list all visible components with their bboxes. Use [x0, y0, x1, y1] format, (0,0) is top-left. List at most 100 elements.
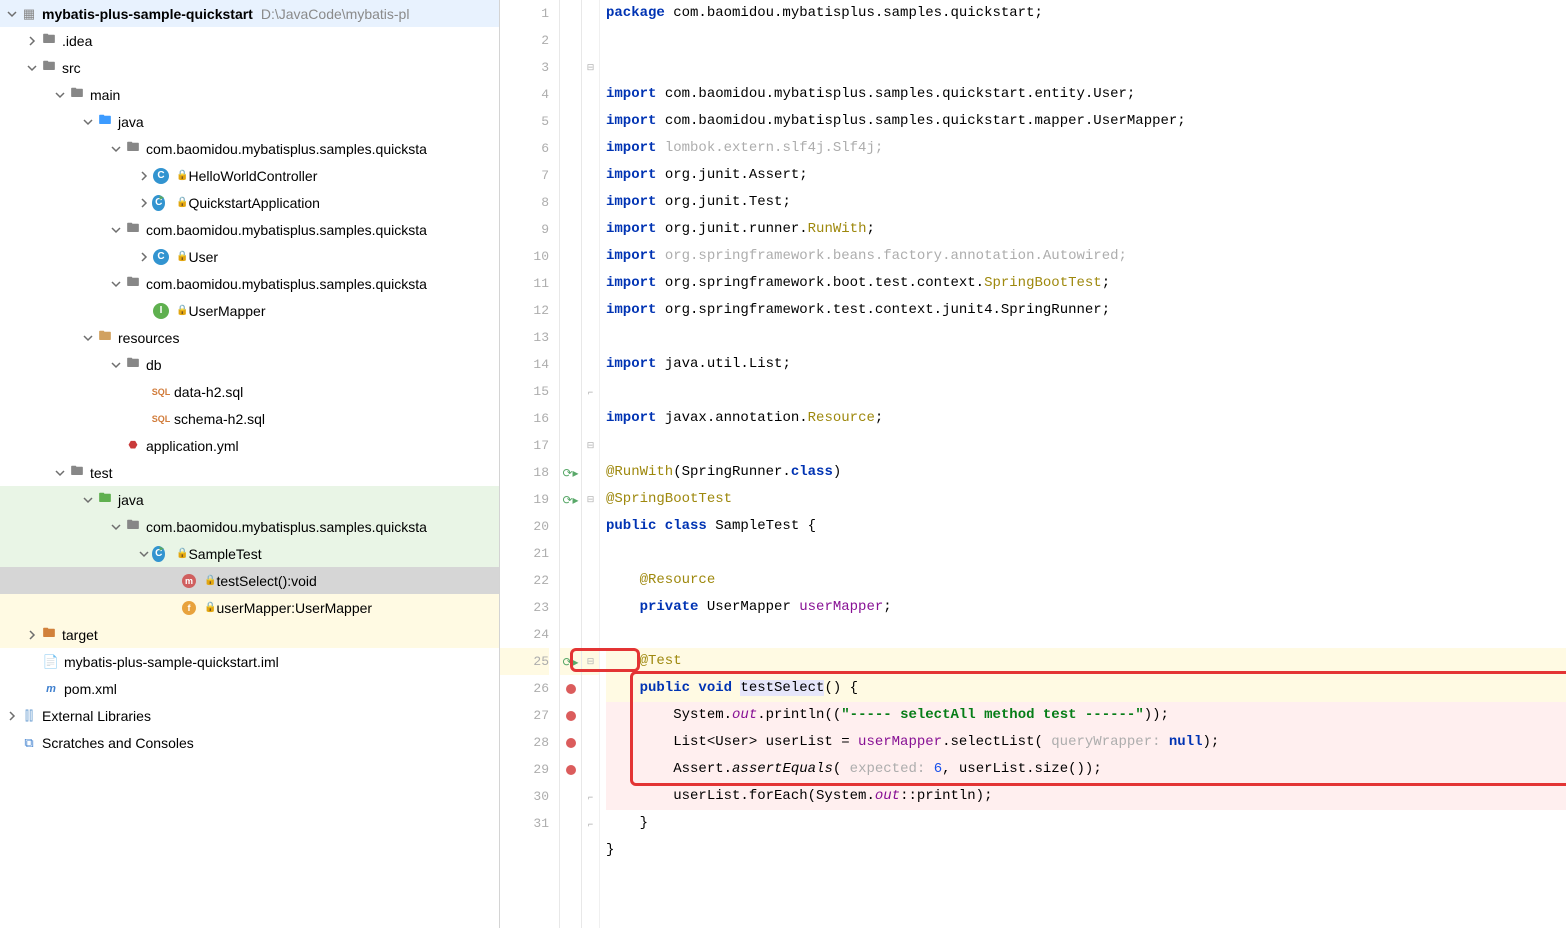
source-folder-icon: 🖿	[96, 113, 114, 131]
resources-folder-icon: 🖿	[96, 329, 114, 347]
tree-item-db[interactable]: 🖿 db	[0, 351, 499, 378]
line-number: 14	[500, 351, 549, 378]
tree-item-yml[interactable]: ⬣ application.yml	[0, 432, 499, 459]
tree-label: HelloWorldController	[188, 168, 317, 184]
code-area[interactable]: packagepackage com.baomidou.mybatisplus.…	[600, 0, 1566, 928]
tree-item-java[interactable]: 🖿 java	[0, 108, 499, 135]
tree-item-pom[interactable]: m pom.xml	[0, 675, 499, 702]
target-folder-icon: 🖿	[40, 626, 58, 644]
chevron-down-icon[interactable]	[4, 9, 20, 19]
chevron-down-icon[interactable]	[108, 522, 124, 532]
chevron-down-icon[interactable]	[80, 333, 96, 343]
fold-close-icon[interactable]: ⌐	[582, 810, 599, 837]
chevron-right-icon[interactable]	[24, 36, 40, 46]
chevron-down-icon[interactable]	[108, 225, 124, 235]
run-marker[interactable]: ⟳▸	[560, 648, 581, 675]
fold-close-icon[interactable]: ⌐	[582, 783, 599, 810]
tree-item-package[interactable]: 🖿 com.baomidou.mybatisplus.samples.quick…	[0, 270, 499, 297]
field-icon: f	[180, 599, 198, 617]
tree-label: com.baomidou.mybatisplus.samples.quickst…	[146, 141, 427, 157]
line-number: 8	[500, 189, 549, 216]
library-icon: ⫿⫿	[20, 707, 38, 725]
breakpoint[interactable]	[560, 756, 581, 783]
yml-file-icon: ⬣	[124, 437, 142, 455]
line-number: 16	[500, 405, 549, 432]
fold-close-icon[interactable]: ⌐	[582, 378, 599, 405]
breakpoint[interactable]	[560, 702, 581, 729]
breakpoint[interactable]	[560, 675, 581, 702]
tree-label: test	[90, 465, 113, 481]
tree-item-scratches[interactable]: ⧉ Scratches and Consoles	[0, 729, 499, 756]
tree-label: db	[146, 357, 162, 373]
chevron-right-icon[interactable]	[136, 171, 152, 181]
fold-open-icon[interactable]: ⊟	[582, 54, 599, 81]
chevron-down-icon[interactable]	[80, 117, 96, 127]
tree-item-method[interactable]: m 🔒 testSelect():void	[0, 567, 499, 594]
tree-item-extlib[interactable]: ⫿⫿ External Libraries	[0, 702, 499, 729]
fold-open-icon[interactable]: ⊟	[582, 648, 599, 675]
breakpoint[interactable]	[560, 729, 581, 756]
tree-item-resources[interactable]: 🖿 resources	[0, 324, 499, 351]
fold-open-icon[interactable]: ⊟	[582, 486, 599, 513]
chevron-down-icon[interactable]	[80, 495, 96, 505]
chevron-right-icon[interactable]	[136, 198, 152, 208]
lock-icon: 🔒	[204, 602, 216, 613]
tree-item-test[interactable]: 🖿 test	[0, 459, 499, 486]
tree-label: resources	[118, 330, 179, 346]
tree-item-package[interactable]: 🖿 com.baomidou.mybatisplus.samples.quick…	[0, 513, 499, 540]
tree-item-src[interactable]: 🖿 src	[0, 54, 499, 81]
line-number: 25	[500, 648, 549, 675]
chevron-down-icon[interactable]	[136, 549, 152, 559]
tree-item-class[interactable]: C 🔒 HelloWorldController	[0, 162, 499, 189]
tree-item-class[interactable]: C 🔒 User	[0, 243, 499, 270]
tree-item-class[interactable]: C▸ 🔒 QuickstartApplication	[0, 189, 499, 216]
tree-label: com.baomidou.mybatisplus.samples.quickst…	[146, 276, 427, 292]
tree-item-java-test[interactable]: 🖿 java	[0, 486, 499, 513]
scratches-icon: ⧉	[20, 734, 38, 752]
tree-item-idea[interactable]: 🖿 .idea	[0, 27, 499, 54]
tree-item-package[interactable]: 🖿 com.baomidou.mybatisplus.samples.quick…	[0, 135, 499, 162]
tree-item-package[interactable]: 🖿 com.baomidou.mybatisplus.samples.quick…	[0, 216, 499, 243]
chevron-right-icon[interactable]	[24, 630, 40, 640]
file-icon: 📄	[42, 653, 60, 671]
project-tree[interactable]: ▦ mybatis-plus-sample-quickstart D:\Java…	[0, 0, 500, 928]
line-number: 12	[500, 297, 549, 324]
tree-item-field[interactable]: f 🔒 userMapper:UserMapper	[0, 594, 499, 621]
tree-item-main[interactable]: 🖿 main	[0, 81, 499, 108]
fold-gutter: ⊟ ⌐ ⊟ ⊟ ⊟ ⌐ ⌐	[582, 0, 600, 928]
chevron-down-icon[interactable]	[52, 90, 68, 100]
lock-icon: 🔒	[204, 575, 216, 586]
run-marker[interactable]: ⟳▸	[560, 459, 581, 486]
code-editor[interactable]: 1 2 3 4 5 6 7 8 9 10 11 12 13 14 15 16 1…	[500, 0, 1566, 928]
line-number: 11	[500, 270, 549, 297]
line-number: 23	[500, 594, 549, 621]
tree-root[interactable]: ▦ mybatis-plus-sample-quickstart D:\Java…	[0, 0, 499, 27]
chevron-down-icon[interactable]	[108, 144, 124, 154]
chevron-down-icon[interactable]	[108, 279, 124, 289]
class-run-icon: C▸	[152, 194, 170, 212]
line-number: 17	[500, 432, 549, 459]
tree-label: java	[118, 114, 144, 130]
lock-icon: 🔒	[176, 170, 188, 181]
line-number-gutter: 1 2 3 4 5 6 7 8 9 10 11 12 13 14 15 16 1…	[500, 0, 560, 928]
tree-path: D:\JavaCode\mybatis-pl	[261, 6, 410, 22]
tree-item-sql[interactable]: SQL schema-h2.sql	[0, 405, 499, 432]
tree-item-class[interactable]: C▸ 🔒 SampleTest	[0, 540, 499, 567]
folder-icon: 🖿	[40, 32, 58, 50]
package-icon: 🖿	[124, 518, 142, 536]
chevron-down-icon[interactable]	[52, 468, 68, 478]
tree-item-interface[interactable]: I 🔒 UserMapper	[0, 297, 499, 324]
tree-item-iml[interactable]: 📄 mybatis-plus-sample-quickstart.iml	[0, 648, 499, 675]
fold-open-icon[interactable]: ⊟	[582, 432, 599, 459]
chevron-down-icon[interactable]	[24, 63, 40, 73]
tree-label: userMapper:UserMapper	[216, 600, 372, 616]
tree-item-sql[interactable]: SQL data-h2.sql	[0, 378, 499, 405]
run-marker[interactable]: ⟳▸	[560, 486, 581, 513]
package-icon: 🖿	[124, 140, 142, 158]
chevron-right-icon[interactable]	[136, 252, 152, 262]
chevron-down-icon[interactable]	[108, 360, 124, 370]
line-number: 15	[500, 378, 549, 405]
chevron-right-icon[interactable]	[4, 711, 20, 721]
tree-item-target[interactable]: 🖿 target	[0, 621, 499, 648]
line-number: 31	[500, 810, 549, 837]
